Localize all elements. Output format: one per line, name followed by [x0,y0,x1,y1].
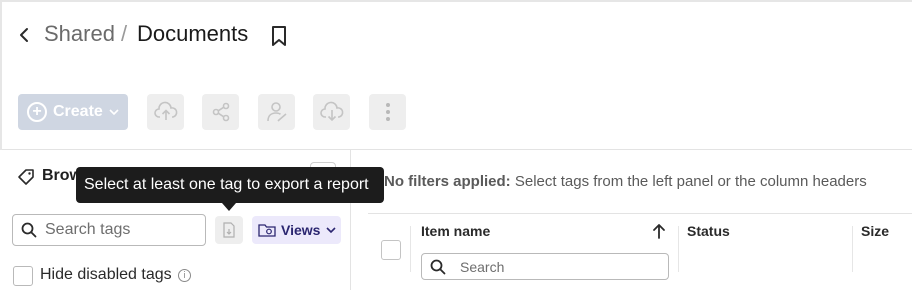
column-separator [852,226,853,272]
filter-status: No filters applied: Select tags from the… [384,173,867,190]
filter-status-text: Select tags from the left panel or the c… [514,173,867,190]
bookmark-icon [272,26,286,46]
cloud-download-icon [319,101,343,122]
export-tooltip: Select at least one tag to export a repo… [76,167,384,203]
views-dropdown[interactable]: Views [252,216,341,244]
left-edge [0,0,2,150]
column-separator [678,226,679,272]
column-header-item-name[interactable]: Item name [421,223,490,239]
bookmark-button[interactable] [268,24,290,48]
share-icon [212,102,229,122]
top-border [0,0,912,2]
plus-icon: + [27,102,47,122]
sort-ascending-icon[interactable] [651,222,667,240]
chevron-left-icon [20,28,28,42]
hide-disabled-checkbox[interactable] [13,266,33,286]
column-header-status[interactable]: Status [687,223,730,239]
info-icon[interactable]: i [178,269,191,282]
request-signature-button[interactable] [258,94,295,130]
breadcrumb-separator: / [121,21,128,46]
page-title: Documents [137,21,249,46]
table-top-border [368,213,912,214]
search-tags-input[interactable] [45,221,195,239]
item-name-search-field[interactable] [421,253,669,280]
search-icon [430,259,446,274]
user-sign-icon [266,102,287,122]
views-label: Views [281,222,321,238]
item-name-search-input[interactable] [460,258,660,275]
export-report-button[interactable] [215,216,243,244]
search-icon [21,222,37,238]
share-button[interactable] [202,94,239,130]
create-button[interactable]: + Create [18,94,128,130]
more-vertical-icon [385,103,390,121]
column-header-size[interactable]: Size [861,223,889,239]
tag-icon [18,169,34,185]
select-all-checkbox[interactable] [381,240,401,260]
search-tags-field[interactable] [12,214,206,246]
chevron-down-icon [109,109,119,116]
column-separator [410,226,411,272]
cloud-upload-icon [153,101,177,120]
more-actions-button[interactable] [369,94,406,130]
section-divider [2,149,912,150]
upload-button[interactable] [147,94,184,130]
chevron-down-icon [326,227,337,234]
download-button[interactable] [313,94,350,130]
back-button[interactable] [14,24,34,46]
file-export-icon [223,222,235,238]
folder-views-icon [258,224,276,237]
hide-disabled-label: Hide disabled tags [40,266,172,283]
breadcrumb-parent[interactable]: Shared [44,21,115,47]
tooltip-arrow [222,203,236,211]
filter-status-bold: No filters applied: [384,173,511,190]
create-label: Create [53,103,103,120]
